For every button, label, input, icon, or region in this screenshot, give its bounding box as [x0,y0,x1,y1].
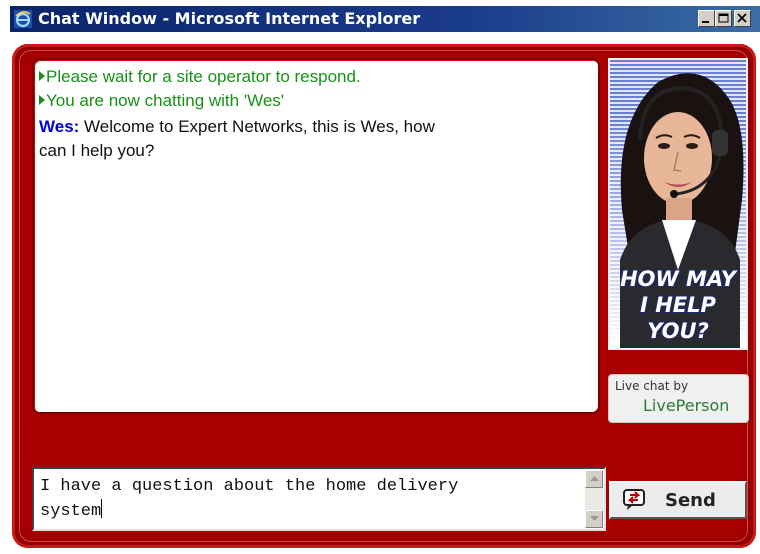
operator-name: Wes: [39,117,80,136]
title-bar-area: Chat Window - Microsoft Internet Explore… [0,0,760,34]
agent-illustration: HOW MAY I HELP YOU? [610,60,746,348]
liveperson-badge[interactable]: Live chat by LivePerson [608,374,749,423]
input-line-2: system [40,502,102,521]
maximize-icon [718,13,729,23]
banner-line-2: I HELP [640,293,716,317]
text-cursor [101,499,103,518]
scroll-down-button[interactable] [585,510,603,528]
send-icon [623,489,645,510]
bullet-arrow-icon [39,95,45,105]
system-message-text: Please wait for a site operator to respo… [46,67,361,86]
liveperson-caption: Live chat by [615,379,689,393]
minimize-icon [702,21,709,23]
bullet-arrow-icon [39,71,45,81]
input-line-1: I have a question about the home deliver… [40,477,459,496]
close-button[interactable] [734,10,751,27]
window-title: Chat Window - Microsoft Internet Explore… [38,9,421,28]
system-message: Please wait for a site operator to respo… [39,66,361,88]
liveperson-logo: LivePerson [643,396,729,415]
internet-explorer-icon [14,10,32,28]
close-icon [737,13,747,23]
banner-line-1: HOW MAY [620,267,738,291]
send-button-label: Send [665,490,716,511]
send-button[interactable]: Send [609,481,747,519]
maximize-button[interactable] [715,10,732,27]
banner-line-3: YOU? [647,319,709,343]
operator-message-continuation: can I help you? [39,141,155,160]
agent-photo: HOW MAY I HELP YOU? [608,58,748,350]
arrow-up-icon [590,476,599,481]
chat-transcript[interactable]: Please wait for a site operator to respo… [32,58,600,414]
operator-message: Wes: Welcome to Expert Networks, this is… [39,116,435,138]
title-bar[interactable]: Chat Window - Microsoft Internet Explore… [10,6,760,32]
system-message-text: You are now chatting with 'Wes' [46,91,285,110]
arrow-down-icon [590,516,599,521]
minimize-button[interactable] [698,10,715,27]
input-scrollbar[interactable] [585,470,603,528]
message-input-text[interactable]: I have a question about the home deliver… [40,475,580,524]
liveperson-brand: LivePerson [643,396,730,415]
message-input[interactable]: I have a question about the home deliver… [32,467,606,531]
operator-message-text: Welcome to Expert Networks, this is Wes,… [79,117,435,136]
system-message: You are now chatting with 'Wes' [39,90,284,112]
scroll-up-button[interactable] [585,470,603,488]
